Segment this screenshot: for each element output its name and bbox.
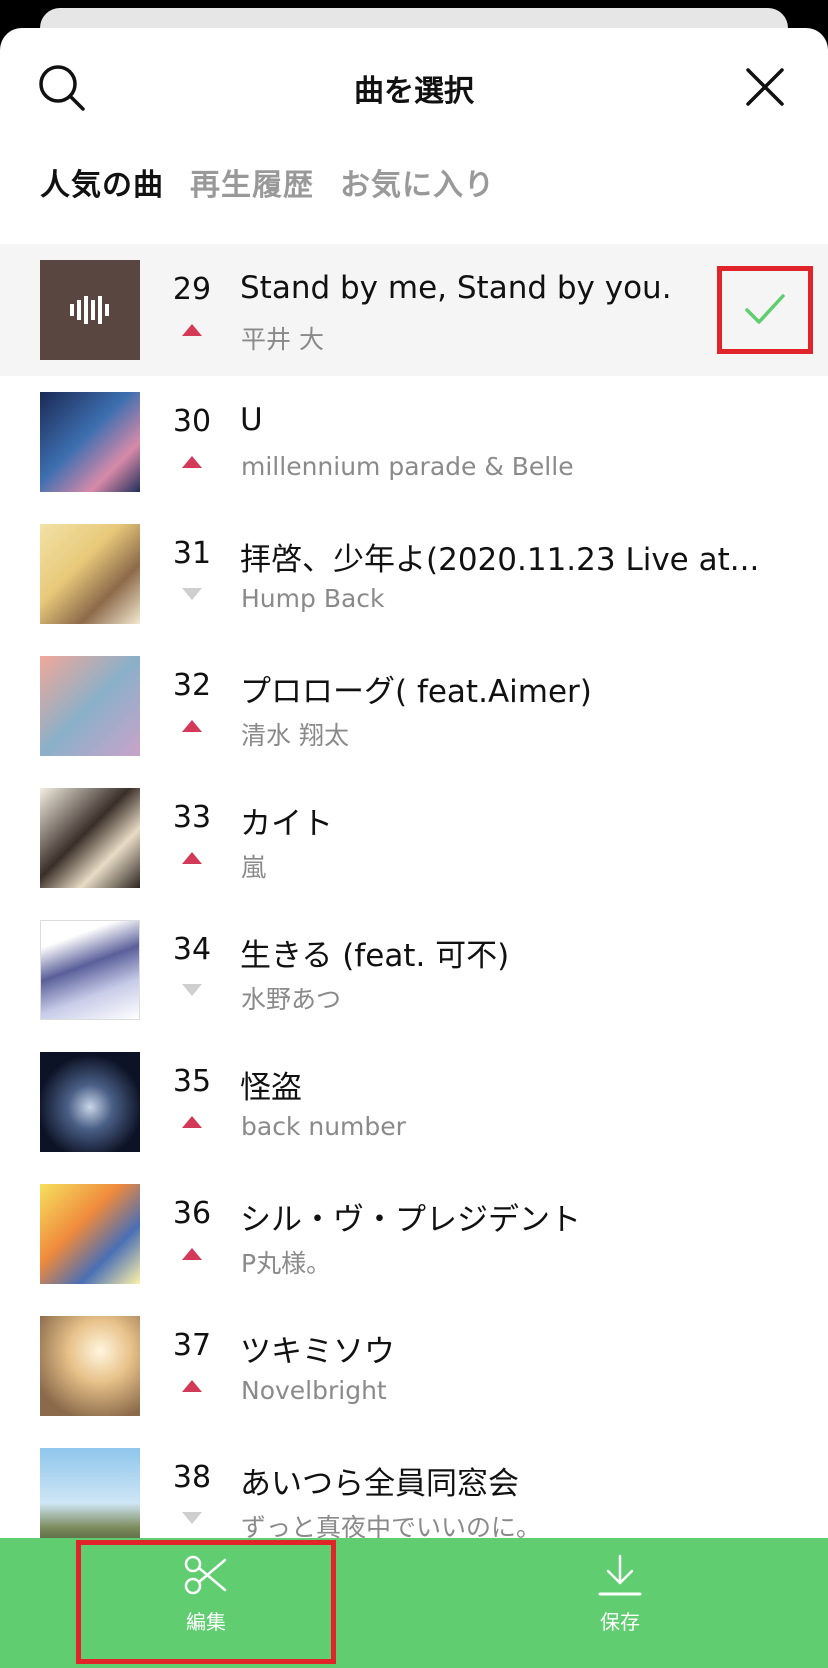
trend-up-icon (182, 324, 202, 336)
save-button[interactable]: 保存 (510, 1538, 730, 1668)
song-select-sheet: 曲を選択 人気の曲 再生履歴 お気に入り 29 Stand by me, Sta… (0, 28, 828, 1668)
download-icon (598, 1554, 642, 1596)
song-row[interactable]: 30 U millennium parade & Belle (0, 376, 828, 508)
song-artist: Novelbright (241, 1376, 387, 1405)
song-row[interactable]: 32 プロローグ( feat.Aimer) 清水 翔太 (0, 640, 828, 772)
trend-up-icon (182, 456, 202, 468)
trend-up-icon (182, 852, 202, 864)
song-row[interactable]: 36 シル・ヴ・プレジデント P丸様。 (0, 1168, 828, 1300)
tab-popular[interactable]: 人気の曲 (40, 160, 164, 204)
song-title: U (240, 402, 263, 438)
trend-up-icon (182, 1380, 202, 1392)
album-art (40, 1184, 140, 1284)
save-label: 保存 (600, 1610, 640, 1634)
rank-number: 30 (172, 404, 212, 439)
song-title: 生きる (feat. 可不) (240, 938, 510, 974)
song-title: 拝啓、少年よ(2020.11.23 Live at... (240, 542, 760, 578)
edit-highlight-box (76, 1540, 336, 1664)
rank-number: 34 (172, 932, 212, 967)
trend-down-icon (182, 984, 202, 996)
song-title: 怪盗 (240, 1070, 302, 1106)
album-art (40, 1052, 140, 1152)
album-art (40, 392, 140, 492)
song-title: Stand by me, Stand by you. (240, 270, 672, 306)
song-row[interactable]: 31 拝啓、少年よ(2020.11.23 Live at... Hump Bac… (0, 508, 828, 640)
song-title: カイト (240, 806, 333, 842)
checkmark-icon (745, 294, 785, 324)
song-row[interactable]: 29 Stand by me, Stand by you. 平井 大 (0, 244, 828, 376)
song-row[interactable]: 33 カイト 嵐 (0, 772, 828, 904)
song-title: シル・ヴ・プレジデント (240, 1202, 581, 1238)
header: 曲を選択 (0, 28, 828, 140)
song-row[interactable]: 37 ツキミソウ Novelbright (0, 1300, 828, 1432)
song-row[interactable]: 35 怪盗 back number (0, 1036, 828, 1168)
rank-number: 29 (172, 272, 212, 307)
rank-number: 31 (172, 536, 212, 571)
album-art (40, 1448, 140, 1548)
trend-up-icon (182, 1116, 202, 1128)
rank-number: 36 (172, 1196, 212, 1231)
page-title: 曲を選択 (354, 74, 474, 109)
close-icon[interactable] (740, 62, 790, 112)
song-row[interactable]: 34 生きる (feat. 可不) 水野あつ (0, 904, 828, 1036)
song-artist: millennium parade & Belle (241, 452, 574, 481)
album-art (40, 260, 140, 360)
song-artist: 水野あつ (241, 985, 342, 1014)
trend-up-icon (182, 1248, 202, 1260)
song-artist: back number (241, 1112, 406, 1141)
song-artist: 清水 翔太 (241, 721, 349, 750)
trend-down-icon (182, 588, 202, 600)
selected-highlight[interactable] (717, 266, 813, 354)
song-title: ツキミソウ (240, 1334, 395, 1370)
rank-number: 35 (172, 1064, 212, 1099)
rank-number: 33 (172, 800, 212, 835)
album-art (40, 788, 140, 888)
album-art (40, 524, 140, 624)
trend-up-icon (182, 720, 202, 732)
song-artist: P丸様。 (241, 1249, 332, 1278)
rank-number: 32 (172, 668, 212, 703)
tab-favorites[interactable]: お気に入り (340, 160, 495, 204)
album-art (40, 1316, 140, 1416)
tab-history[interactable]: 再生履歴 (190, 160, 314, 204)
song-artist: 平井 大 (241, 325, 324, 354)
song-artist: Hump Back (241, 584, 385, 613)
song-title: プロローグ( feat.Aimer) (240, 674, 592, 710)
song-list: 29 Stand by me, Stand by you. 平井 大 30 U … (0, 244, 828, 1564)
rank-number: 38 (172, 1460, 212, 1495)
song-title: あいつら全員同窓会 (240, 1466, 519, 1502)
trend-down-icon (182, 1512, 202, 1524)
album-art (40, 656, 140, 756)
rank-number: 37 (172, 1328, 212, 1363)
tab-bar: 人気の曲 再生履歴 お気に入り (40, 160, 495, 204)
song-artist: 嵐 (241, 853, 267, 882)
album-art (40, 920, 140, 1020)
